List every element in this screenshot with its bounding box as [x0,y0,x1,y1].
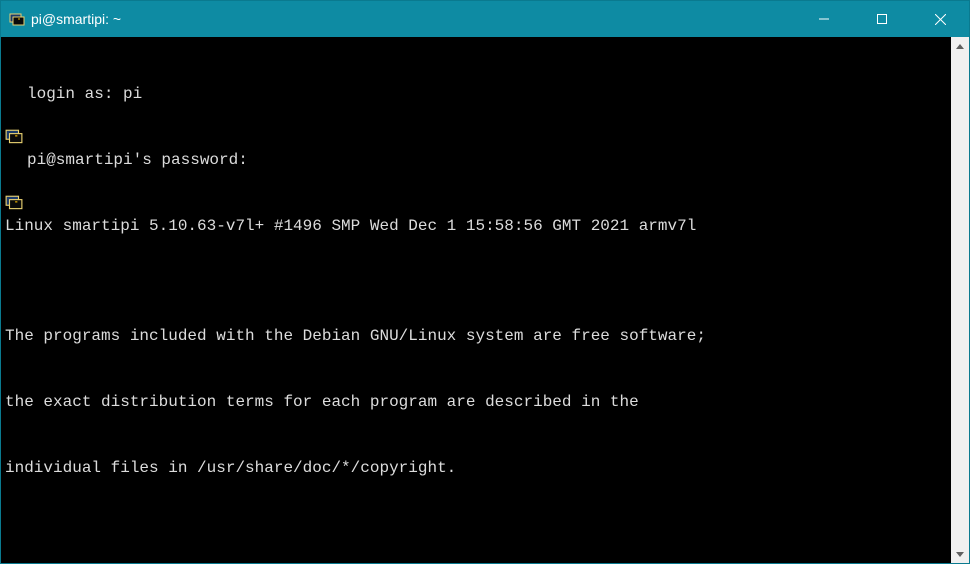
terminal-icon [5,84,25,104]
terminal-text: the exact distribution terms for each pr… [5,391,951,413]
terminal-text: login as: pi [27,83,142,105]
terminal-icon [5,150,25,170]
putty-app-icon [9,11,25,27]
maximize-button[interactable] [853,1,911,37]
login-line: login as: pi [5,83,951,105]
scroll-down-arrow[interactable] [951,545,969,563]
terminal-text: The programs included with the Debian GN… [5,325,951,347]
close-button[interactable] [911,1,969,37]
minimize-button[interactable] [795,1,853,37]
terminal[interactable]: login as: pi pi@smartipi's password: Lin… [1,37,951,563]
window-title: pi@smartipi: ~ [31,11,795,27]
window-controls [795,1,969,37]
terminal-area: login as: pi pi@smartipi's password: Lin… [1,37,969,563]
terminal-text: Linux smartipi 5.10.63-v7l+ #1496 SMP We… [5,215,951,237]
vertical-scrollbar[interactable] [951,37,969,563]
scroll-up-arrow[interactable] [951,37,969,55]
terminal-text: pi@smartipi's password: [27,149,248,171]
titlebar[interactable]: pi@smartipi: ~ [1,1,969,37]
putty-window: pi@smartipi: ~ [0,0,970,564]
password-line: pi@smartipi's password: [5,149,951,171]
terminal-text: individual files in /usr/share/doc/*/cop… [5,457,951,479]
